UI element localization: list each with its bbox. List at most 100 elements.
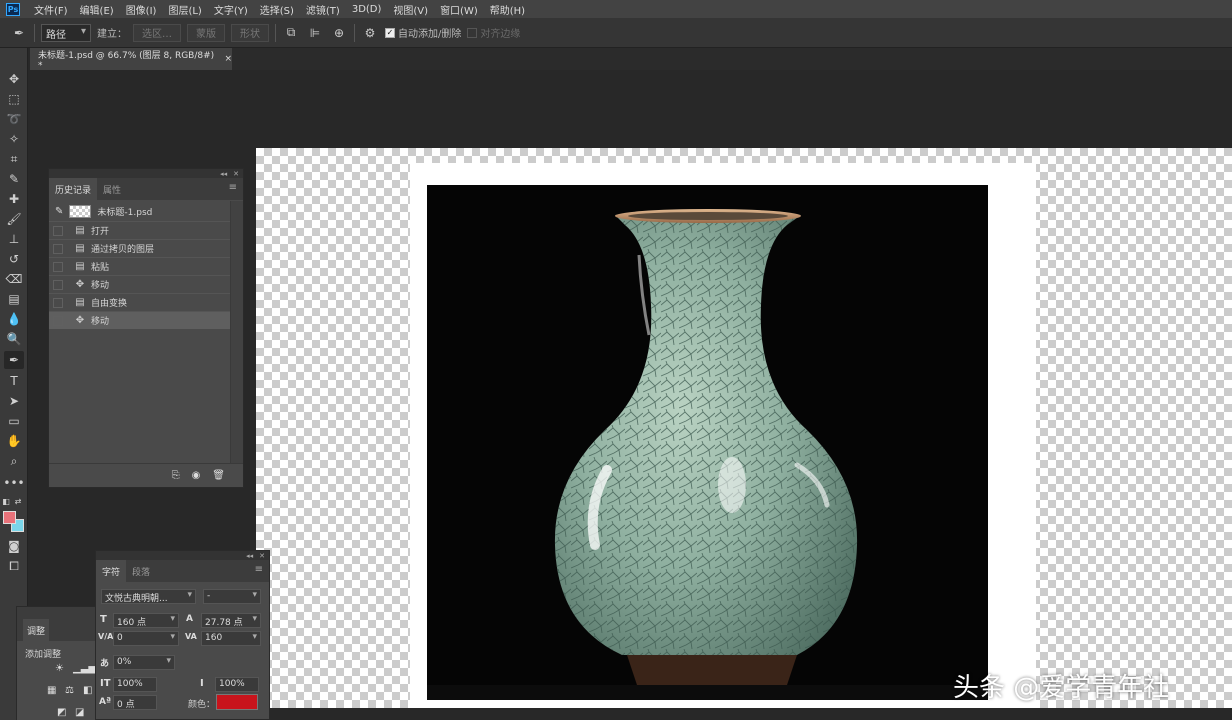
menu-3d[interactable]: 3D(D) [346, 4, 388, 15]
blur-tool-icon[interactable]: 💧 [4, 310, 24, 328]
levels-icon[interactable]: ▁▃▅ [73, 663, 96, 674]
tracking-field[interactable]: 160 [201, 631, 261, 646]
path-arrangement-icon[interactable]: ⊕ [330, 24, 348, 42]
black-white-icon[interactable]: ◧ [83, 685, 92, 696]
menu-help[interactable]: 帮助(H) [484, 2, 531, 17]
healing-brush-tool-icon[interactable]: ✚ [4, 190, 24, 208]
default-colors-icon[interactable]: ◧ [0, 492, 12, 510]
history-step-selected[interactable]: ✥ 移动 [49, 311, 231, 329]
invert-icon[interactable]: ◩ [57, 707, 66, 718]
collapse-panel-icon[interactable]: ◂◂ [220, 170, 227, 178]
brush-tool-icon[interactable]: 🖌 [4, 210, 24, 228]
gear-icon[interactable]: ⚙ [361, 24, 379, 42]
pen-tool-preset-icon[interactable]: ✒ [10, 24, 28, 42]
tab-properties[interactable]: 属性 [97, 178, 127, 200]
divider [34, 23, 35, 42]
panel-menu-icon[interactable]: ≡ [229, 182, 237, 193]
posterize-icon[interactable]: ◪ [75, 707, 84, 718]
balance-icon[interactable]: ⚖ [65, 685, 74, 696]
tab-history[interactable]: 历史记录 [49, 178, 98, 200]
history-step[interactable]: ▤ 自由变换 [49, 293, 231, 311]
history-scrollbar[interactable] [230, 201, 243, 463]
tsume-field[interactable]: 0% [113, 655, 175, 670]
path-operations-icon[interactable]: ⧉ [282, 24, 300, 42]
history-source-box[interactable] [53, 225, 63, 236]
make-selection-button[interactable]: 选区… [133, 23, 181, 42]
vertical-scale-field[interactable]: 100% [113, 677, 157, 692]
more-tools-icon[interactable]: ••• [3, 474, 24, 492]
gradient-tool-icon[interactable]: ▤ [4, 290, 24, 308]
eyedropper-tool-icon[interactable]: ✎ [4, 170, 24, 188]
swap-colors-icon[interactable]: ⇄ [12, 492, 24, 510]
align-edges-option[interactable]: 对齐边缘 [467, 25, 520, 40]
history-step[interactable]: ▤ 打开 [49, 221, 231, 239]
make-mask-button[interactable]: 蒙版 [187, 23, 225, 42]
baseline-shift-field[interactable]: 0 点 [113, 695, 157, 710]
panel-menu-icon[interactable]: ≡ [255, 564, 263, 575]
document-tab[interactable]: 未标题-1.psd @ 66.7% (图层 8, RGB/8#) * × [30, 48, 232, 71]
clone-stamp-tool-icon[interactable]: ⊥ [4, 230, 24, 248]
menu-file[interactable]: 文件(F) [28, 2, 74, 17]
close-panel-icon[interactable]: ✕ [233, 170, 239, 178]
history-step[interactable]: ✥ 移动 [49, 275, 231, 293]
history-snapshot[interactable]: ✎ 未标题-1.psd [49, 201, 231, 221]
screen-mode-icon[interactable]: ⧠ [4, 557, 24, 575]
text-color-swatch[interactable] [216, 694, 258, 710]
tool-mode-select[interactable]: 路径 [41, 23, 91, 42]
tab-adjustments[interactable]: 调整 [23, 619, 50, 641]
menu-type[interactable]: 文字(Y) [208, 2, 254, 17]
menu-layer[interactable]: 图层(L) [162, 2, 207, 17]
tab-paragraph[interactable]: 段落 [126, 560, 156, 582]
camera-icon[interactable]: ◉ [192, 470, 201, 481]
menu-select[interactable]: 选择(S) [254, 2, 300, 17]
history-source-box[interactable] [53, 243, 63, 254]
menu-filter[interactable]: 滤镜(T) [300, 2, 346, 17]
history-brush-source-icon[interactable]: ✎ [55, 206, 63, 217]
font-style-select[interactable]: - [203, 589, 261, 604]
horizontal-scale-field[interactable]: 100% [215, 677, 259, 692]
menu-image[interactable]: 图像(I) [120, 2, 163, 17]
crop-tool-icon[interactable]: ⌗ [4, 150, 24, 168]
kerning-field[interactable]: 0 [113, 631, 179, 646]
rectangle-tool-icon[interactable]: ▭ [4, 412, 24, 430]
history-source-box[interactable] [53, 279, 63, 290]
history-step[interactable]: ▤ 通过拷贝的图层 [49, 239, 231, 257]
brightness-contrast-icon[interactable]: ☀ [55, 663, 64, 674]
close-panel-icon[interactable]: ✕ [259, 552, 265, 560]
align-edges-checkbox[interactable] [467, 27, 478, 38]
menu-view[interactable]: 视图(V) [387, 2, 434, 17]
history-step[interactable]: ▤ 粘贴 [49, 257, 231, 275]
history-source-box[interactable] [53, 315, 63, 326]
leading-field[interactable]: 27.78 点 [201, 613, 261, 628]
menu-edit[interactable]: 编辑(E) [74, 2, 120, 17]
quick-mask-icon[interactable]: ◙ [4, 537, 24, 555]
magic-wand-tool-icon[interactable]: ✧ [4, 130, 24, 148]
trash-icon[interactable]: 🗑 [212, 470, 225, 481]
font-size-field[interactable]: 160 点 [113, 613, 179, 628]
history-source-box[interactable] [53, 297, 63, 308]
new-document-from-state-icon[interactable]: ⎘ [172, 470, 180, 481]
hue-saturation-icon[interactable]: ▦ [47, 685, 56, 696]
zoom-tool-icon[interactable]: ⌕ [4, 452, 24, 470]
close-tab-icon[interactable]: × [224, 54, 232, 64]
move-tool-icon[interactable]: ✥ [4, 70, 24, 88]
tab-character[interactable]: 字符 [96, 560, 127, 582]
collapse-panel-icon[interactable]: ◂◂ [246, 552, 253, 560]
hand-tool-icon[interactable]: ✋ [4, 432, 24, 450]
history-brush-tool-icon[interactable]: ↺ [4, 250, 24, 268]
lasso-tool-icon[interactable]: ➰ [4, 110, 24, 128]
make-shape-button[interactable]: 形状 [231, 23, 269, 42]
history-source-box[interactable] [53, 261, 63, 272]
path-alignment-icon[interactable]: ⊫ [306, 24, 324, 42]
eraser-tool-icon[interactable]: ⌫ [4, 270, 24, 288]
auto-add-delete-checkbox[interactable]: ✓ [385, 27, 395, 38]
auto-add-delete-option[interactable]: ✓ 自动添加/删除 [385, 25, 461, 40]
pen-tool-icon[interactable]: ✒ [4, 351, 24, 369]
font-family-select[interactable]: 文悦古典明朝... [101, 589, 196, 604]
marquee-tool-icon[interactable]: ⬚ [4, 90, 24, 108]
menu-window[interactable]: 窗口(W) [434, 2, 484, 17]
path-selection-tool-icon[interactable]: ➤ [4, 392, 24, 410]
type-tool-icon[interactable]: T [4, 372, 24, 390]
foreground-color-swatch[interactable] [3, 511, 16, 524]
dodge-tool-icon[interactable]: 🔍 [4, 330, 24, 348]
